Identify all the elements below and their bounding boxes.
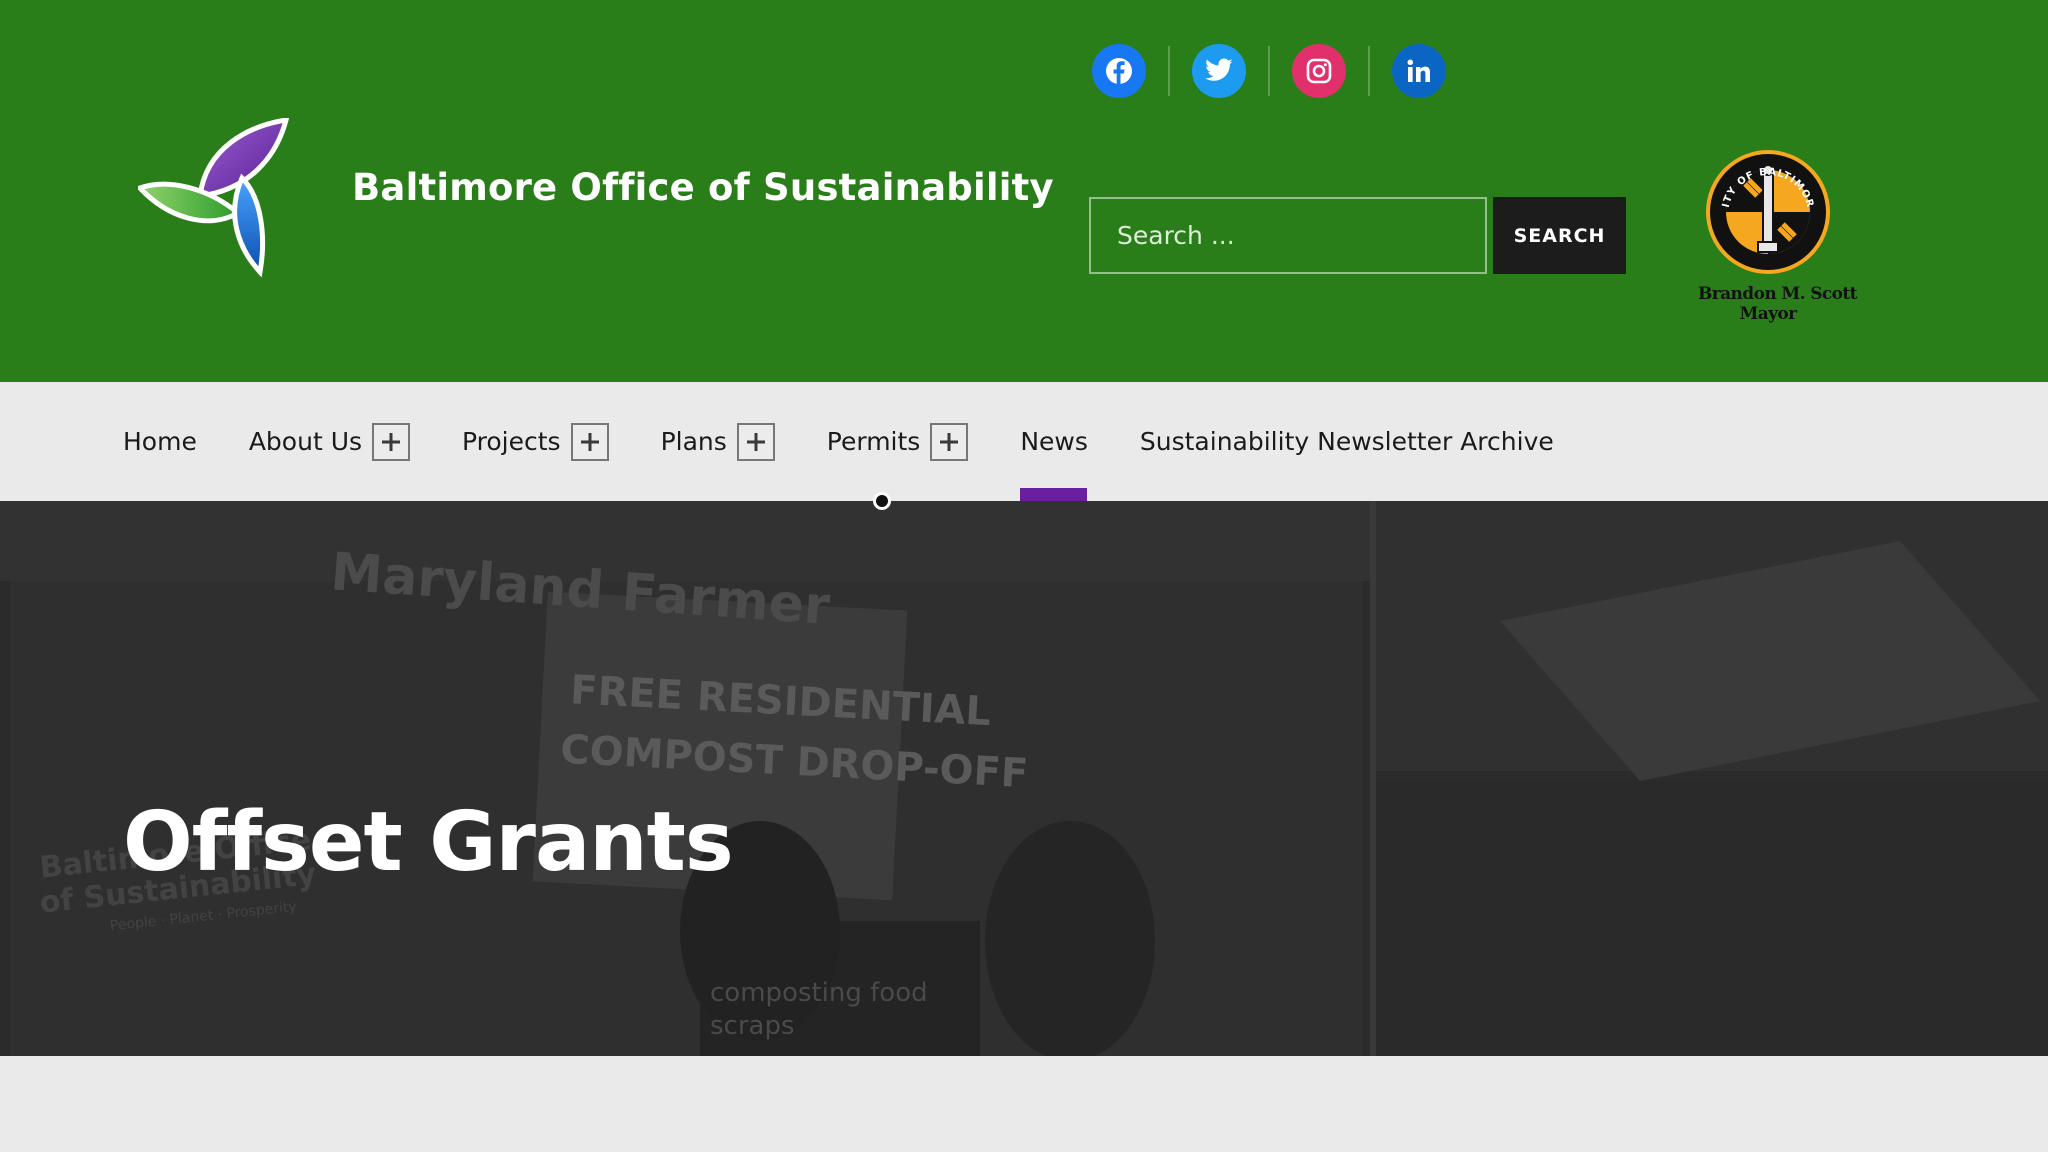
mayor-name: Brandon M. Scott — [1698, 284, 1858, 304]
nav-list: Home About Us Projects Plans Permits New… — [123, 382, 1606, 501]
nav-item-newsletter-archive: Sustainability Newsletter Archive — [1140, 382, 1554, 501]
nav-link-plans[interactable]: Plans — [661, 427, 727, 456]
facebook-icon — [1106, 58, 1132, 84]
facebook-link[interactable] — [1092, 44, 1146, 98]
nav-link-home[interactable]: Home — [123, 427, 197, 456]
hero-photo-poster-line1: composting food — [710, 978, 928, 1008]
search-input[interactable] — [1089, 197, 1487, 274]
hero-photo-poster-line2: scraps — [710, 1011, 795, 1041]
nav-link-permits[interactable]: Permits — [827, 427, 921, 456]
social-links — [1092, 44, 1446, 98]
instagram-icon — [1306, 58, 1332, 84]
linkedin-link[interactable] — [1392, 44, 1446, 98]
nav-item-plans: Plans — [661, 382, 775, 501]
instagram-link[interactable] — [1292, 44, 1346, 98]
city-seal-icon: CITY OF BALTIMORE — [1705, 146, 1830, 274]
nav-item-about-us: About Us — [249, 382, 411, 501]
nav-link-news[interactable]: News — [1020, 427, 1088, 456]
hero-banner: Maryland Farmer FREE RESIDENTIAL COMPOST… — [0, 501, 2048, 1056]
site-header: Baltimore Office of Sustainability Searc… — [0, 0, 2048, 382]
mayor-seal[interactable]: CITY OF BALTIMORE Brandon M. Scott Mayor — [1698, 146, 1858, 326]
mayor-title: Mayor — [1739, 304, 1797, 324]
search-form: SEARCH — [1089, 197, 1626, 274]
nav-item-home: Home — [123, 382, 197, 501]
plus-icon[interactable] — [372, 422, 411, 461]
active-indicator — [1020, 488, 1088, 501]
nav-link-about-us[interactable]: About Us — [249, 427, 362, 456]
page-title: Offset Grants — [123, 795, 734, 890]
hero-background-collage: Maryland Farmer FREE RESIDENTIAL COMPOST… — [0, 501, 2048, 1056]
nav-link-newsletter-archive[interactable]: Sustainability Newsletter Archive — [1140, 427, 1554, 456]
search-button[interactable]: SEARCH — [1493, 197, 1626, 274]
linkedin-icon — [1407, 59, 1430, 82]
plus-icon[interactable] — [930, 422, 969, 461]
nav-item-permits: Permits — [827, 382, 969, 501]
twitter-link[interactable] — [1192, 44, 1246, 98]
mouse-cursor — [873, 492, 891, 510]
nav-item-projects: Projects — [462, 382, 609, 501]
twitter-icon — [1205, 58, 1233, 81]
nav-item-news: News — [1020, 382, 1088, 501]
plus-icon[interactable] — [570, 422, 609, 461]
nav-link-projects[interactable]: Projects — [462, 427, 561, 456]
site-title[interactable]: Baltimore Office of Sustainability — [352, 166, 1054, 209]
divider — [1168, 46, 1170, 96]
plus-icon[interactable] — [736, 422, 775, 461]
divider — [1368, 46, 1370, 96]
content-area — [0, 1056, 2048, 1152]
divider — [1268, 46, 1270, 96]
main-nav: Home About Us Projects Plans Permits New… — [0, 382, 2048, 501]
leaf-logo-icon — [138, 118, 290, 278]
